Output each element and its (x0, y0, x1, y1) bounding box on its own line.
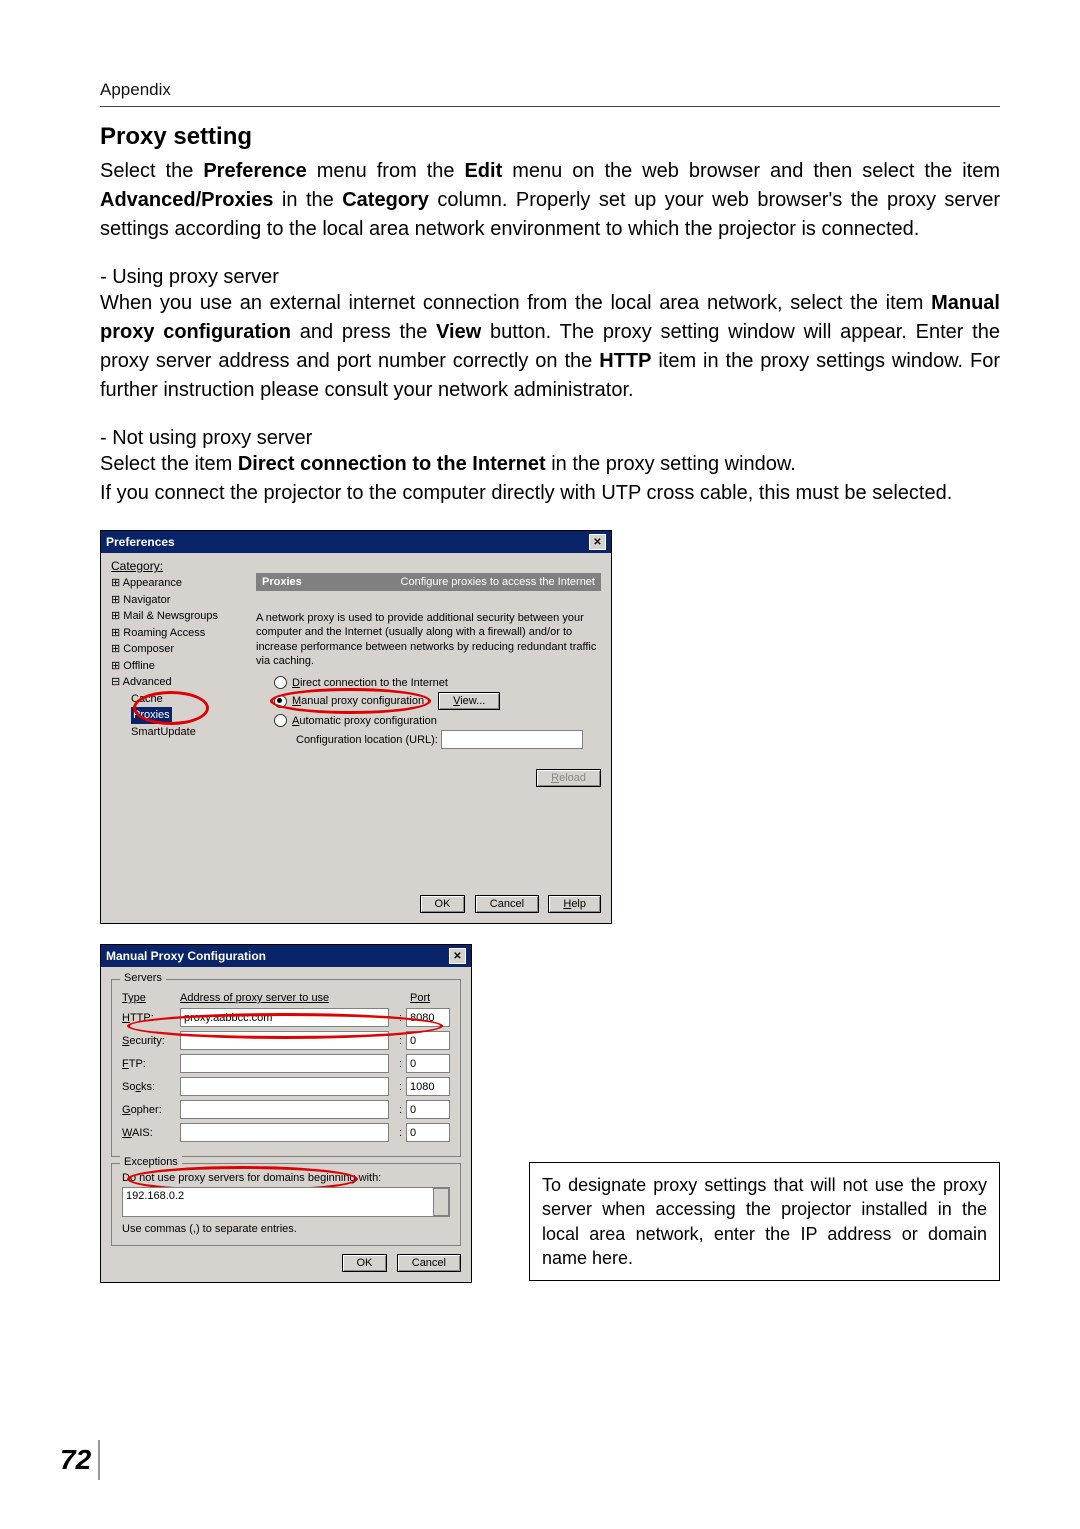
manual-proxy-dialog: Manual Proxy Configuration ✕ Servers Typ… (100, 944, 472, 1283)
config-url-row: Configuration location (URL): (296, 730, 601, 749)
close-icon[interactable]: ✕ (449, 948, 466, 964)
wais-address-input[interactable] (180, 1123, 389, 1142)
category-tree[interactable]: Appearance Navigator Mail & Newsgroups R… (111, 573, 246, 855)
intro-paragraph: Select the Preference menu from the Edit… (100, 157, 1000, 244)
cancel-button[interactable]: Cancel (397, 1254, 461, 1272)
help-button[interactable]: Help (548, 895, 601, 913)
pane-header: Proxies Configure proxies to access the … (256, 573, 601, 591)
ftp-port-input[interactable]: 0 (406, 1054, 450, 1073)
proxy-description: A network proxy is used to provide addit… (256, 611, 601, 668)
gopher-port-input[interactable]: 0 (406, 1100, 450, 1119)
para-notusing-2: If you connect the projector to the comp… (100, 479, 1000, 508)
srv-wais-label: WAIS: (122, 1127, 180, 1139)
col-port: Port (410, 992, 450, 1004)
subhead-using: - Using proxy server (100, 266, 1000, 289)
ok-button[interactable]: OK (342, 1254, 388, 1272)
exceptions-input[interactable]: 192.168.0.2 (122, 1187, 450, 1217)
socks-port-input[interactable]: 1080 (406, 1077, 450, 1096)
security-port-input[interactable]: 0 (406, 1031, 450, 1050)
config-url-input[interactable] (441, 730, 583, 749)
tree-advanced[interactable]: Advanced (111, 674, 246, 691)
close-icon[interactable]: ✕ (589, 534, 606, 550)
gopher-address-input[interactable] (180, 1100, 389, 1119)
wais-port-input[interactable]: 0 (406, 1123, 450, 1142)
note-box: To designate proxy settings that will no… (529, 1162, 1000, 1281)
srv-socks-label: Socks: (122, 1081, 180, 1093)
subhead-notusing: - Not using proxy server (100, 427, 1000, 450)
tree-offline[interactable]: Offline (111, 658, 246, 675)
tree-smart[interactable]: SmartUpdate (111, 724, 246, 741)
tree-mail[interactable]: Mail & Newsgroups (111, 608, 246, 625)
radio-manual[interactable] (274, 695, 287, 708)
socks-address-input[interactable] (180, 1077, 389, 1096)
exceptions-group: Exceptions Do not use proxy servers for … (111, 1163, 461, 1246)
category-label: Category: (111, 559, 601, 573)
col-address: Address of proxy server to use (180, 992, 410, 1004)
titlebar: Preferences ✕ (101, 531, 611, 553)
para-notusing-1: Select the item Direct connection to the… (100, 450, 1000, 479)
page-title: Proxy setting (100, 123, 1000, 151)
para-using: When you use an external internet connec… (100, 289, 1000, 405)
tree-navigator[interactable]: Navigator (111, 592, 246, 609)
highlight-circle-icon (133, 691, 209, 725)
scrollbar[interactable] (433, 1188, 449, 1216)
view-button[interactable]: View... (438, 692, 500, 710)
rule (100, 106, 1000, 107)
tree-composer[interactable]: Composer (111, 641, 246, 658)
srv-security-label: Security: (122, 1035, 180, 1047)
servers-group: Servers Type Address of proxy server to … (111, 979, 461, 1157)
highlight-circle-icon (127, 1013, 443, 1039)
cancel-button[interactable]: Cancel (475, 895, 539, 913)
radio-direct[interactable]: Direct connection to the Internet (274, 676, 601, 689)
srv-ftp-label: FTP: (122, 1058, 180, 1070)
reload-button: Reload (536, 769, 601, 787)
exceptions-hint: Use commas (,) to separate entries. (122, 1223, 450, 1235)
tree-appearance[interactable]: Appearance (111, 575, 246, 592)
radio-auto[interactable]: Automatic proxy configuration (274, 714, 601, 727)
preferences-dialog: Preferences ✕ Category: Appearance Navig… (100, 530, 612, 924)
window-title: Manual Proxy Configuration (106, 949, 266, 963)
page-number: 72 (60, 1444, 91, 1476)
col-type: Type (122, 992, 180, 1004)
tree-roaming[interactable]: Roaming Access (111, 625, 246, 642)
ok-button[interactable]: OK (420, 895, 466, 913)
section-header: Appendix (100, 80, 1000, 100)
ftp-address-input[interactable] (180, 1054, 389, 1073)
page-number-divider (98, 1440, 100, 1480)
window-title: Preferences (106, 535, 175, 549)
titlebar: Manual Proxy Configuration ✕ (101, 945, 471, 967)
srv-gopher-label: Gopher: (122, 1104, 180, 1116)
